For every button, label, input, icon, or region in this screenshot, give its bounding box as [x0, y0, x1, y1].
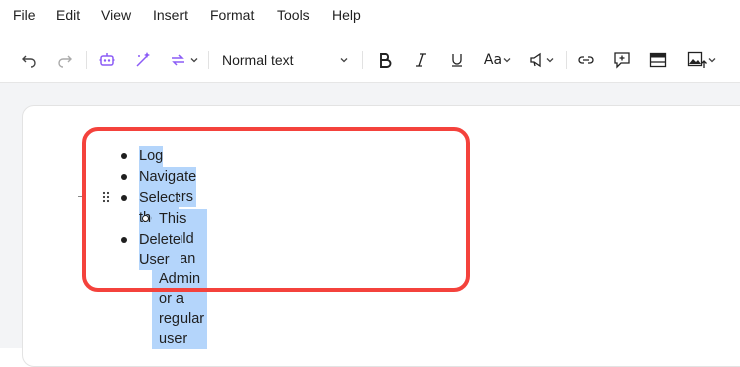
menu-bar: File Edit View Insert Format Tools Help — [0, 0, 740, 32]
convert-icon — [172, 54, 184, 66]
comment-button[interactable] — [611, 38, 633, 82]
menu-format[interactable]: Format — [210, 7, 254, 23]
link-button[interactable] — [575, 38, 597, 82]
menu-edit[interactable]: Edit — [56, 7, 80, 23]
italic-icon — [416, 53, 426, 67]
redo-button[interactable] — [54, 38, 76, 82]
announce-icon — [530, 52, 541, 68]
paragraph-style-select[interactable]: Normal text — [214, 38, 356, 82]
chevron-down-icon — [546, 58, 554, 63]
chevron-down-icon — [340, 58, 348, 63]
table-button[interactable] — [647, 38, 669, 82]
comment-icon — [614, 52, 630, 69]
underline-button[interactable] — [446, 38, 468, 82]
undo-button[interactable] — [18, 38, 40, 82]
bold-icon — [380, 53, 392, 68]
chevron-down-icon — [708, 58, 716, 63]
link-icon — [578, 56, 594, 64]
toolbar-divider — [362, 51, 363, 69]
table-icon — [649, 52, 667, 68]
announce-dropdown[interactable] — [524, 38, 560, 82]
paragraph-style-value: Normal text — [222, 52, 294, 68]
menu-view[interactable]: View — [101, 7, 131, 23]
magic-wand-icon — [136, 52, 150, 67]
undo-icon — [22, 55, 36, 68]
bold-button[interactable] — [374, 38, 396, 82]
toolbar: Normal text Aa — [0, 38, 740, 83]
underline-icon — [452, 54, 462, 67]
magic-wand-button[interactable] — [132, 38, 154, 82]
annotation-highlight-box — [82, 127, 470, 292]
menu-tools[interactable]: Tools — [277, 7, 310, 23]
redo-icon — [58, 55, 72, 68]
text-case-dropdown[interactable]: Aa — [480, 38, 516, 82]
menu-insert[interactable]: Insert — [153, 7, 188, 23]
ai-assistant-button[interactable] — [96, 38, 118, 82]
convert-dropdown[interactable] — [166, 38, 202, 82]
italic-button[interactable] — [410, 38, 432, 82]
chevron-down-icon — [190, 58, 198, 63]
toolbar-divider — [566, 51, 567, 69]
toolbar-divider — [208, 51, 209, 69]
image-dropdown[interactable] — [682, 38, 722, 82]
menu-file[interactable]: File — [13, 7, 36, 23]
chevron-down-icon — [503, 58, 511, 63]
text-case-label: Aa — [483, 52, 503, 68]
menu-help[interactable]: Help — [332, 7, 361, 23]
toolbar-divider — [86, 51, 87, 69]
image-icon — [687, 51, 707, 68]
ai-assistant-icon — [99, 53, 115, 66]
